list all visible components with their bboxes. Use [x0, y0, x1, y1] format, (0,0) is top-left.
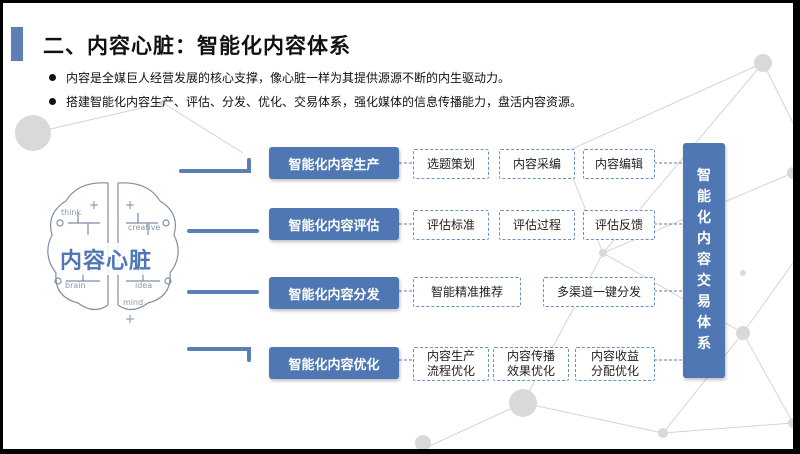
stage-production: 智能化内容生产: [269, 147, 399, 179]
item-multichannel-distribute: 多渠道一键分发: [543, 277, 655, 307]
trade-system-char: 容: [697, 252, 711, 268]
item-content-gathering: 内容采编: [499, 149, 575, 179]
stage-evaluation: 智能化内容评估: [269, 208, 399, 240]
trade-system-box: 智 能 化 内 容 交 易 体 系: [683, 143, 725, 378]
trade-system-char: 能: [697, 189, 711, 205]
trade-system-char: 智: [697, 168, 711, 184]
item-eval-feedback: 评估反馈: [583, 210, 655, 240]
trade-system-char: 化: [697, 210, 711, 226]
item-eval-standard: 评估标准: [413, 210, 489, 240]
trade-system-char: 系: [697, 336, 711, 352]
item-revenue-optimize: 内容收益 分配优化: [575, 347, 655, 381]
item-content-editing: 内容编辑: [583, 149, 655, 179]
item-smart-recommend: 智能精准推荐: [413, 277, 521, 307]
trade-system-char: 体: [697, 315, 711, 331]
item-production-optimize: 内容生产 流程优化: [413, 347, 489, 381]
slide: 二、内容心脏：智能化内容体系 内容是全媒巨人经营发展的核心支撑，像心脏一样为其提…: [3, 3, 793, 449]
trade-system-char: 易: [697, 294, 711, 310]
stage-distribution: 智能化内容分发: [269, 277, 399, 309]
item-topic-planning: 选题策划: [413, 149, 489, 179]
stage-optimization: 智能化内容优化: [269, 347, 399, 379]
trade-system-char: 内: [697, 231, 711, 247]
item-propagation-optimize: 内容传播 效果优化: [493, 347, 569, 381]
trade-system-char: 交: [697, 273, 711, 289]
item-eval-process: 评估过程: [499, 210, 575, 240]
